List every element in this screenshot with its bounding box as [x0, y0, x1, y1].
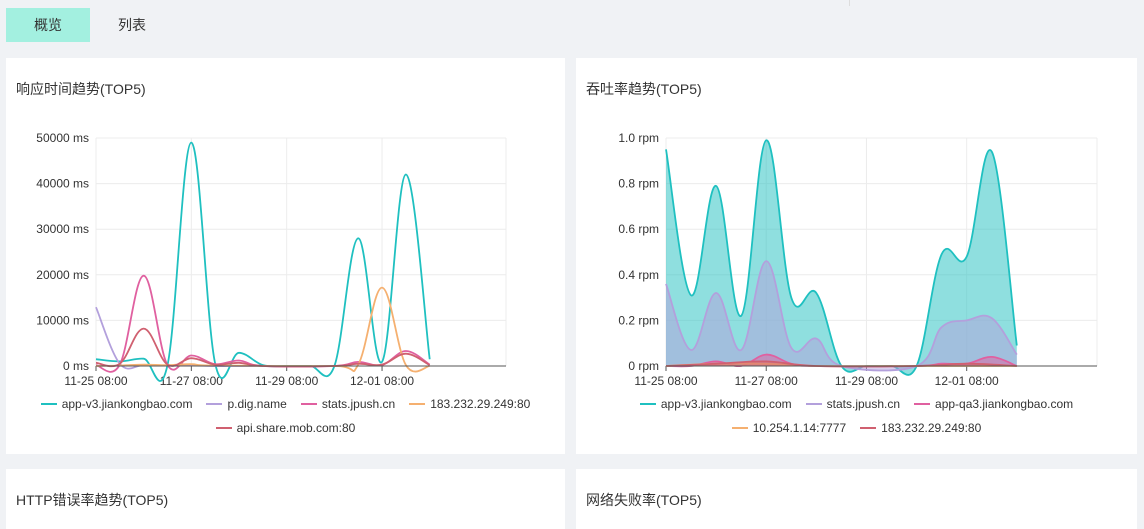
x-tick-label: 11-25 08:00 [64, 374, 127, 388]
legend-item[interactable]: 183.232.29.249:80 [409, 397, 530, 411]
legend-item[interactable]: app-qa3.jiankongbao.com [914, 397, 1073, 411]
y-tick-label: 1.0 rpm [618, 131, 659, 145]
x-tick-label: 11-29 08:00 [835, 374, 898, 388]
legend-label: app-v3.jiankongbao.com [61, 397, 193, 411]
x-tick-label: 12-01 08:00 [350, 374, 414, 388]
legend-row: app-v3.jiankongbao.com p.dig.name stats.jp… [6, 392, 565, 416]
response-time-card: 响应时间趋势(TOP5) 0 ms 10000 ms 20000 ms 30000 m… [6, 58, 565, 454]
x-tick-label: 11-27 08:00 [160, 374, 223, 388]
legend-row: 10.254.1.14:7777 183.232.29.249:80 [576, 416, 1137, 440]
legend-label: 183.232.29.249:80 [881, 421, 982, 435]
view-tabs: 概览 列表 [6, 8, 174, 42]
y-tick-label: 0 ms [63, 359, 89, 373]
tab-list[interactable]: 列表 [90, 8, 174, 42]
x-tick-label: 12-01 08:00 [935, 374, 999, 388]
legend-row: api.share.mob.com:80 [6, 416, 565, 440]
legend-label: app-v3.jiankongbao.com [660, 397, 792, 411]
legend-label: api.share.mob.com:80 [236, 421, 356, 435]
x-tick-label: 11-25 08:00 [634, 374, 697, 388]
legend-swatch [914, 403, 931, 405]
legend-swatch [409, 403, 426, 405]
legend-item[interactable]: stats.jpush.cn [805, 397, 901, 411]
legend-swatch [300, 403, 317, 405]
x-tick-label: 11-27 08:00 [735, 374, 798, 388]
legend-item[interactable]: stats.jpush.cn [300, 397, 396, 411]
y-tick-label: 30000 ms [36, 222, 89, 236]
y-tick-label: 20000 ms [36, 268, 89, 282]
legend-swatch [805, 403, 822, 405]
legend-label: stats.jpush.cn [826, 397, 901, 411]
card-title: HTTP错误率趋势(TOP5) [16, 492, 169, 508]
divider [849, 0, 850, 6]
network-fail-card: 网络失败率(TOP5) [576, 469, 1137, 529]
legend-swatch [639, 403, 656, 405]
y-tick-label: 0.8 rpm [618, 177, 659, 191]
legend-item[interactable]: app-v3.jiankongbao.com [40, 397, 193, 411]
legend-item[interactable]: 183.232.29.249:80 [860, 421, 981, 435]
legend-item[interactable]: 10.254.1.14:7777 [731, 421, 847, 435]
legend-label: 10.254.1.14:7777 [752, 421, 847, 435]
legend-swatch [215, 427, 232, 429]
y-tick-label: 0.4 rpm [618, 268, 659, 282]
legend-label: 183.232.29.249:80 [430, 397, 531, 411]
legend-swatch [860, 427, 877, 429]
y-tick-label: 0.6 rpm [618, 222, 659, 236]
legend-row: app-v3.jiankongbao.com stats.jpush.cn app-… [576, 392, 1137, 416]
legend-label: app-qa3.jiankongbao.com [935, 397, 1074, 411]
legend-item[interactable]: api.share.mob.com:80 [215, 421, 356, 435]
legend-label: p.dig.name [227, 397, 287, 411]
x-tick-label: 11-29 08:00 [255, 374, 318, 388]
legend-item[interactable]: app-v3.jiankongbao.com [639, 397, 792, 411]
chart-legend: app-v3.jiankongbao.com p.dig.name stats.jp… [6, 392, 565, 440]
card-title: 网络失败率(TOP5) [586, 492, 702, 508]
http-error-card: HTTP错误率趋势(TOP5) [6, 469, 565, 529]
y-tick-label: 40000 ms [36, 177, 89, 191]
legend-swatch [731, 427, 748, 429]
legend-item[interactable]: p.dig.name [206, 397, 287, 411]
series-line [95, 141, 431, 382]
tab-overview[interactable]: 概览 [6, 8, 90, 42]
y-tick-label: 0.2 rpm [618, 313, 659, 327]
legend-swatch [40, 403, 57, 405]
legend-label: stats.jpush.cn [321, 397, 396, 411]
legend-swatch [206, 403, 223, 405]
y-tick-label: 10000 ms [36, 313, 89, 327]
chart-legend: app-v3.jiankongbao.com stats.jpush.cn app-… [576, 392, 1137, 440]
y-tick-label: 0 rpm [628, 359, 659, 373]
throughput-card: 吞吐率趋势(TOP5) 0 rpm 0.2 rpm 0.4 rpm 0.6 rpm 0.… [576, 58, 1137, 454]
y-tick-label: 50000 ms [36, 131, 89, 145]
